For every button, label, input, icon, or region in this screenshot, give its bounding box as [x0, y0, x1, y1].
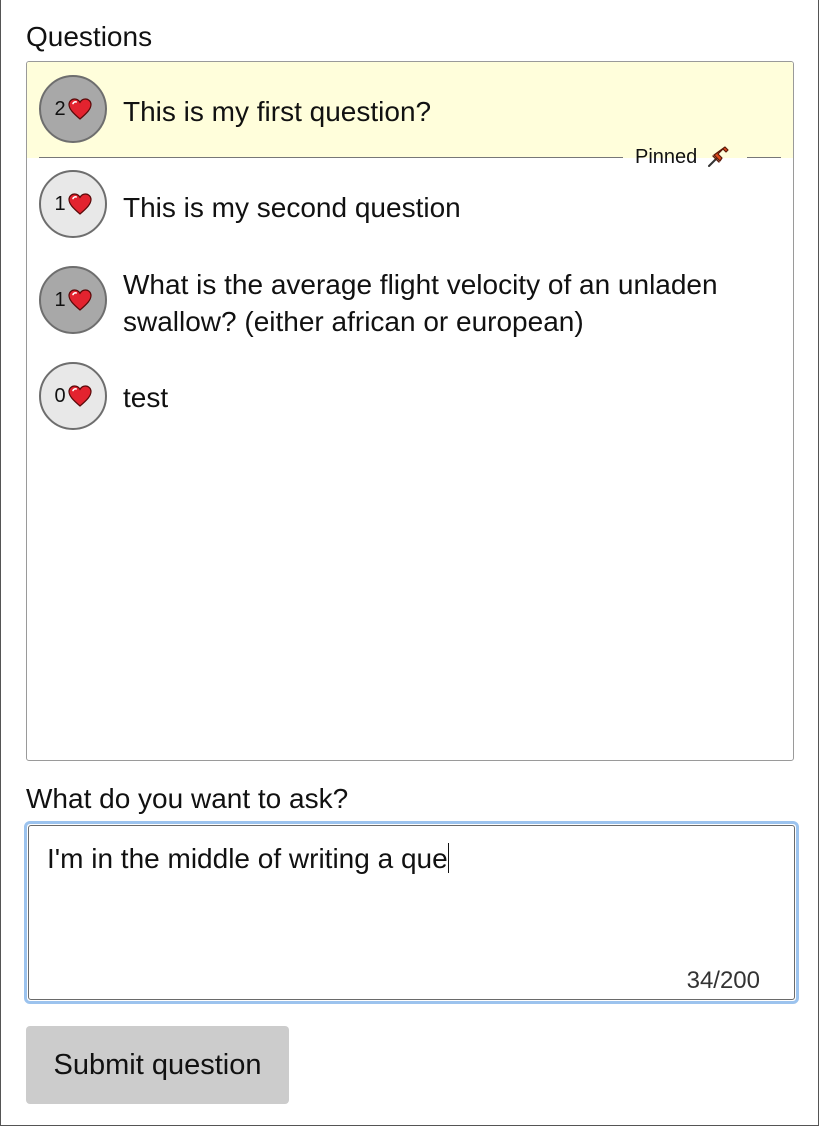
questions-list[interactable]: 2 This is my first question? Pinned 1 Th… [26, 61, 794, 761]
heart-icon [67, 385, 92, 407]
question-item-pinned: 2 This is my first question? [27, 62, 793, 158]
question-text: What is the average flight velocity of a… [123, 269, 718, 337]
text-caret [447, 843, 449, 873]
heart-icon [67, 98, 92, 120]
question-input-value: I'm in the middle of writing a que [47, 843, 448, 874]
upvote-button[interactable]: 0 [39, 362, 107, 430]
pin-icon [708, 146, 729, 167]
heart-icon [67, 289, 92, 311]
heart-icon [67, 193, 92, 215]
vote-count: 1 [54, 193, 66, 215]
pinned-divider: Pinned [39, 146, 781, 168]
question-text: This is my second question [123, 192, 461, 223]
question-text: test [123, 382, 169, 413]
upvote-button[interactable]: 1 [39, 170, 107, 238]
vote-count: 0 [54, 385, 66, 407]
submit-question-button[interactable]: Submit question [26, 1026, 289, 1104]
question-item: 1 This is my second question [27, 168, 793, 254]
question-item: 1 What is the average flight velocity of… [27, 264, 793, 350]
upvote-button[interactable]: 1 [39, 266, 107, 334]
upvote-button[interactable]: 2 [39, 75, 107, 143]
question-item: 0 test [27, 360, 793, 446]
questions-heading: Questions [26, 21, 153, 52]
question-text: This is my first question? [123, 96, 432, 127]
character-counter: 34/200 [686, 967, 760, 994]
ask-label: What do you want to ask? [26, 783, 349, 814]
vote-count: 2 [54, 98, 66, 120]
question-textarea[interactable]: I'm in the middle of writing a que 34/20… [24, 821, 799, 1004]
vote-count: 1 [54, 289, 66, 311]
app-frame: Questions 2 This is my first question? P… [0, 0, 819, 1126]
divider-line [747, 157, 781, 158]
pinned-label: Pinned [635, 146, 698, 168]
question-input-text: I'm in the middle of writing a que [47, 842, 449, 876]
divider-line [39, 157, 623, 158]
